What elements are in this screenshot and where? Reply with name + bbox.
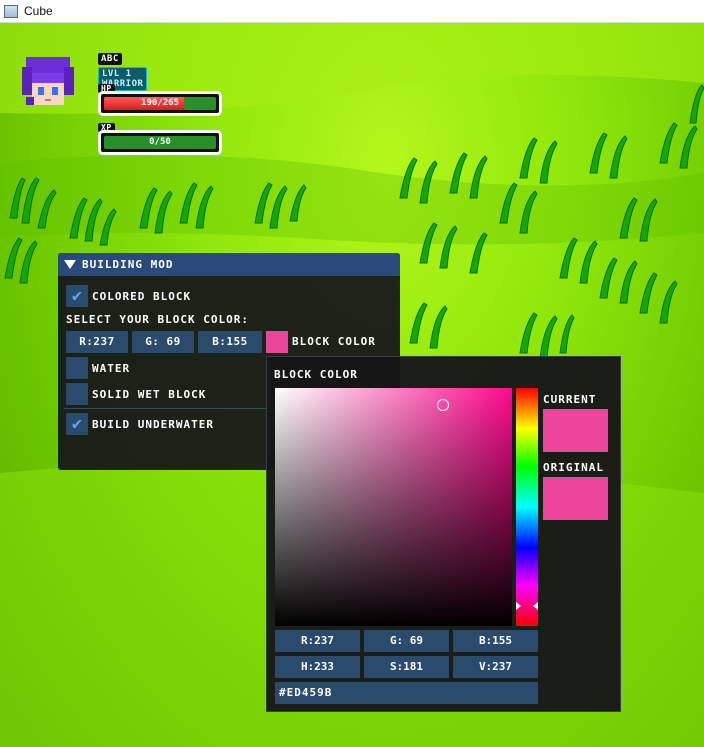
hp-value: 190/265	[141, 98, 179, 108]
solid-wet-block-checkbox[interactable]	[66, 383, 88, 405]
picker-green-input[interactable]: G: 69	[364, 630, 449, 652]
select-color-caption: SELECT YOUR BLOCK COLOR:	[66, 313, 249, 326]
color-picker-popup[interactable]: BLOCK COLOR CURRENT ORIGINAL R:237 G: 69…	[266, 356, 621, 712]
solid-wet-block-label: SOLID WET BLOCK	[92, 387, 207, 401]
window-title: Cube	[24, 4, 53, 18]
solid-wet-block-row[interactable]: SOLID WET BLOCK	[66, 383, 206, 405]
hue-slider[interactable]	[516, 388, 538, 626]
block-color-label: BLOCK COLOR	[292, 335, 376, 348]
original-color-swatch[interactable]	[543, 477, 608, 520]
color-picker-title: BLOCK COLOR	[274, 368, 358, 381]
water-label: WATER	[92, 361, 131, 375]
saturation-value-marker[interactable]	[437, 399, 449, 411]
checkmark-icon: ✔	[71, 413, 83, 434]
player-avatar	[22, 57, 74, 105]
building-mod-title: BUILDING MOD	[82, 258, 174, 271]
picker-value-input[interactable]: V:237	[453, 656, 538, 678]
current-color-label: CURRENT	[543, 393, 597, 406]
colored-block-row[interactable]: ✔ COLORED BLOCK	[66, 285, 191, 307]
picker-hue-input[interactable]: H:233	[275, 656, 360, 678]
colored-block-checkbox[interactable]: ✔	[66, 285, 88, 307]
picker-saturation-input[interactable]: S:181	[364, 656, 449, 678]
water-checkbox[interactable]	[66, 357, 88, 379]
build-underwater-checkbox[interactable]: ✔	[66, 413, 88, 435]
collapse-triangle-icon[interactable]	[64, 260, 76, 269]
hp-bar: 190/265	[98, 91, 222, 116]
colored-block-label: COLORED BLOCK	[92, 289, 192, 303]
water-row[interactable]: WATER	[66, 357, 130, 379]
app-window-icon	[4, 4, 18, 18]
player-name: ABC	[98, 53, 122, 65]
hue-slider-right-arrow-icon[interactable]	[533, 602, 538, 610]
build-underwater-row[interactable]: ✔ BUILD UNDERWATER	[66, 413, 214, 435]
xp-bar: 0/50	[98, 130, 222, 155]
red-input[interactable]: R:237	[66, 331, 128, 353]
window-title-bar: Cube	[0, 0, 704, 23]
picker-blue-input[interactable]: B:155	[453, 630, 538, 652]
building-mod-header[interactable]: BUILDING MOD	[58, 253, 400, 276]
original-color-label: ORIGINAL	[543, 461, 604, 474]
blue-input[interactable]: B:155	[198, 331, 262, 353]
saturation-value-area[interactable]	[275, 388, 512, 626]
picker-red-input[interactable]: R:237	[275, 630, 360, 652]
build-underwater-label: BUILD UNDERWATER	[92, 417, 214, 431]
xp-value: 0/50	[149, 137, 171, 147]
green-input[interactable]: G: 69	[132, 331, 194, 353]
current-color-swatch	[543, 409, 608, 452]
hue-slider-left-arrow-icon[interactable]	[516, 602, 521, 610]
picker-hex-input[interactable]: #ED459B	[275, 682, 538, 704]
checkmark-icon: ✔	[71, 285, 83, 306]
block-color-swatch[interactable]	[266, 331, 288, 353]
